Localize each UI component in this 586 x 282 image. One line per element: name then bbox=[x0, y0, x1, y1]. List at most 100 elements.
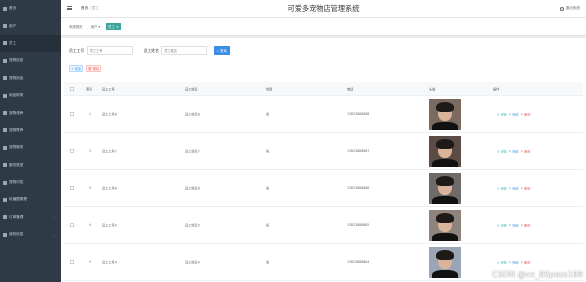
table-header: 索引 员工工号 员工姓名 性别 电话 头像 操作 bbox=[64, 82, 583, 96]
menu-icon bbox=[3, 6, 7, 11]
delete-button[interactable]: ✕ 删除 bbox=[521, 112, 531, 117]
row-index: 1 bbox=[89, 112, 92, 116]
col-employee-id: 员工工号 bbox=[102, 87, 115, 91]
delete-button[interactable]: ✕ 删除 bbox=[521, 186, 531, 191]
row-employee-id: 员工工号6 bbox=[102, 186, 117, 191]
sidebar-item-label: 宠物寄养 bbox=[9, 127, 24, 132]
tab-bar: 系统首页 用户 ▾ 员工 × bbox=[61, 18, 586, 36]
employee-id-input[interactable] bbox=[86, 46, 133, 55]
col-avatar: 头像 bbox=[429, 87, 436, 91]
menu-icon bbox=[3, 128, 7, 133]
delete-button[interactable]: ✕ 删除 bbox=[521, 260, 531, 265]
logout-label: 退出系统 bbox=[565, 6, 580, 10]
employee-table: 索引 员工工号 员工姓名 性别 电话 头像 操作 1 员工工号8 员工姓名8 男 138… bbox=[64, 82, 583, 281]
sidebar-item[interactable]: 用品种类 bbox=[0, 87, 61, 104]
logout-button[interactable]: 退出系统 bbox=[560, 6, 580, 11]
row-employee-name: 员工姓名7 bbox=[185, 149, 200, 154]
col-operations: 操作 bbox=[493, 87, 500, 91]
col-employee-name: 员工姓名 bbox=[185, 87, 198, 91]
row-employee-id: 员工工号8 bbox=[102, 112, 117, 117]
row-operations: ⊙ 详情 ✎ 修改 ✕ 删除 bbox=[497, 223, 530, 228]
col-index: 索引 bbox=[86, 87, 93, 91]
sidebar-item-label: 宠物问答 bbox=[9, 180, 24, 185]
row-checkbox[interactable] bbox=[70, 112, 74, 116]
row-employee-name: 员工姓名5 bbox=[185, 223, 200, 228]
row-checkbox[interactable] bbox=[70, 223, 74, 227]
row-checkbox[interactable] bbox=[70, 260, 74, 264]
sidebar-item[interactable]: 员工 bbox=[0, 34, 61, 53]
row-checkbox[interactable] bbox=[70, 186, 74, 190]
sidebar-item[interactable]: 用户 bbox=[0, 17, 61, 34]
edit-button[interactable]: ✎ 修改 bbox=[509, 149, 519, 154]
sidebar-item-label: 宠物服务 bbox=[9, 145, 24, 150]
sidebar-item-label: 宠物领养 bbox=[9, 110, 24, 115]
tab[interactable]: 员工 × bbox=[106, 22, 121, 31]
select-all-checkbox[interactable] bbox=[70, 86, 74, 91]
sidebar-item[interactable]: 宠物领养 bbox=[0, 104, 61, 121]
logout-icon bbox=[560, 6, 565, 11]
sidebar-item[interactable]: 宠物寄养 bbox=[0, 122, 61, 139]
sidebar-item[interactable]: 宠物信息 bbox=[0, 52, 61, 69]
sidebar-item-label: 员工 bbox=[9, 40, 17, 45]
sidebar-item[interactable]: 轮播图管理 bbox=[0, 191, 61, 208]
menu-icon bbox=[3, 197, 7, 202]
sidebar-item[interactable]: 首页 bbox=[0, 0, 61, 17]
batch-delete-button[interactable]: 🗑 删除 bbox=[86, 65, 101, 72]
row-phone: 13823888888 bbox=[347, 112, 370, 116]
avatar bbox=[429, 210, 461, 241]
sidebar-item[interactable]: 我的信息 ⌄ bbox=[0, 226, 61, 243]
row-gender: 男 bbox=[266, 260, 270, 265]
search-button[interactable]: ⌕ 查询 bbox=[213, 46, 230, 55]
row-index: 3 bbox=[89, 186, 92, 190]
avatar bbox=[429, 247, 461, 278]
col-gender: 性别 bbox=[266, 87, 273, 91]
chevron-down-icon: ⌄ bbox=[53, 232, 56, 237]
sidebar-item[interactable]: 服务类型 bbox=[0, 157, 61, 174]
sidebar-item[interactable]: 宠物用品 bbox=[0, 70, 61, 87]
edit-button[interactable]: ✎ 修改 bbox=[509, 260, 519, 265]
detail-button[interactable]: ⊙ 详情 bbox=[497, 112, 507, 117]
sidebar-item[interactable]: 宠物问答 bbox=[0, 174, 61, 191]
employee-name-input[interactable] bbox=[161, 46, 208, 55]
edit-button[interactable]: ✎ 修改 bbox=[509, 223, 519, 228]
sidebar-item-label: 我的信息 bbox=[9, 232, 24, 237]
add-button-label: 增加 bbox=[74, 67, 82, 71]
edit-button[interactable]: ✎ 修改 bbox=[509, 186, 519, 191]
menu-icon bbox=[3, 163, 7, 168]
row-employee-id: 员工工号7 bbox=[102, 149, 117, 154]
col-phone: 电话 bbox=[347, 87, 354, 91]
delete-button[interactable]: ✕ 删除 bbox=[521, 149, 531, 154]
row-gender: 男 bbox=[266, 112, 270, 117]
sidebar-item-label: 用户 bbox=[9, 23, 17, 28]
top-header: 首页 / 员工 可爱多宠物店管理系统 退出系统 bbox=[61, 0, 586, 18]
tab[interactable]: 系统首页 bbox=[67, 23, 85, 31]
sidebar-item[interactable]: 订单管理 ⌄ bbox=[0, 209, 61, 226]
table-row: 2 员工工号7 员工姓名7 男 13823888887 ⊙ 详情 ✎ 修改 ✕ 删除 bbox=[64, 133, 583, 170]
row-operations: ⊙ 详情 ✎ 修改 ✕ 删除 bbox=[497, 260, 530, 265]
detail-button[interactable]: ⊙ 详情 bbox=[497, 149, 507, 154]
menu-icon bbox=[3, 41, 7, 46]
row-employee-name: 员工姓名8 bbox=[185, 112, 200, 117]
tab[interactable]: 用户 ▾ bbox=[89, 23, 103, 31]
detail-button[interactable]: ⊙ 详情 bbox=[497, 260, 507, 265]
sidebar-item-label: 服务类型 bbox=[9, 162, 24, 167]
menu-icon bbox=[3, 24, 7, 29]
watermark: CSDN @vx_BSpass188 bbox=[492, 270, 583, 279]
detail-button[interactable]: ⊙ 详情 bbox=[497, 223, 507, 228]
avatar bbox=[429, 99, 461, 130]
row-gender: 男 bbox=[266, 186, 270, 191]
row-checkbox[interactable] bbox=[70, 149, 74, 153]
search-label-name: 员工姓名 bbox=[143, 47, 159, 53]
row-employee-name: 员工姓名6 bbox=[185, 186, 200, 191]
delete-button[interactable]: ✕ 删除 bbox=[521, 223, 531, 228]
detail-button[interactable]: ⊙ 详情 bbox=[497, 186, 507, 191]
row-index: 4 bbox=[89, 223, 92, 227]
sidebar-item-label: 首页 bbox=[9, 6, 17, 11]
edit-button[interactable]: ✎ 修改 bbox=[509, 112, 519, 117]
menu-icon bbox=[3, 232, 7, 237]
table-row: 4 员工工号5 员工姓名5 男 13823888885 ⊙ 详情 ✎ 修改 ✕ 删除 bbox=[64, 207, 583, 244]
add-button[interactable]: + 增加 bbox=[69, 65, 83, 72]
row-employee-name: 员工姓名4 bbox=[185, 260, 200, 265]
sidebar-item[interactable]: 宠物服务 bbox=[0, 139, 61, 156]
search-bar: 员工工号 员工姓名 ⌕ 查询 bbox=[69, 46, 230, 55]
